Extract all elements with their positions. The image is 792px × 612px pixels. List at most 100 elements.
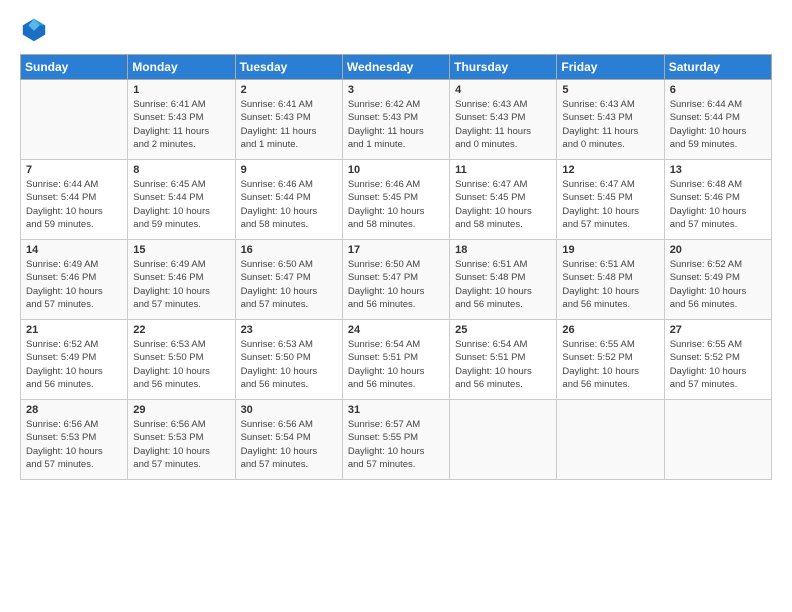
cell-info: Sunrise: 6:46 AMSunset: 5:44 PMDaylight:… [241,178,337,231]
calendar-cell: 10 Sunrise: 6:46 AMSunset: 5:45 PMDayligh… [342,160,449,240]
cell-info: Sunrise: 6:48 AMSunset: 5:46 PMDaylight:… [670,178,766,231]
cell-info: Sunrise: 6:57 AMSunset: 5:55 PMDaylight:… [348,418,444,471]
header-row: SundayMondayTuesdayWednesdayThursdayFrid… [21,55,772,80]
header-day: Sunday [21,55,128,80]
cell-info: Sunrise: 6:55 AMSunset: 5:52 PMDaylight:… [562,338,658,391]
calendar-cell: 30 Sunrise: 6:56 AMSunset: 5:54 PMDayligh… [235,400,342,480]
day-number: 23 [241,324,337,336]
cell-info: Sunrise: 6:47 AMSunset: 5:45 PMDaylight:… [562,178,658,231]
day-number: 27 [670,324,766,336]
day-number: 13 [670,164,766,176]
week-row: 14 Sunrise: 6:49 AMSunset: 5:46 PMDayligh… [21,240,772,320]
header-day: Thursday [450,55,557,80]
calendar-cell [557,400,664,480]
cell-info: Sunrise: 6:45 AMSunset: 5:44 PMDaylight:… [133,178,229,231]
calendar-cell: 3Sunrise: 6:42 AMSunset: 5:43 PMDaylight… [342,80,449,160]
cell-info: Sunrise: 6:41 AMSunset: 5:43 PMDaylight:… [241,98,337,151]
day-number: 12 [562,164,658,176]
calendar-cell: 11 Sunrise: 6:47 AMSunset: 5:45 PMDayligh… [450,160,557,240]
day-number: 19 [562,244,658,256]
cell-info: Sunrise: 6:49 AMSunset: 5:46 PMDaylight:… [26,258,122,311]
day-number: 17 [348,244,444,256]
day-number: 9 [241,164,337,176]
day-number: 2 [241,84,337,96]
day-number: 6 [670,84,766,96]
cell-info: Sunrise: 6:54 AMSunset: 5:51 PMDaylight:… [348,338,444,391]
cell-info: Sunrise: 6:50 AMSunset: 5:47 PMDaylight:… [348,258,444,311]
day-number: 20 [670,244,766,256]
day-number: 1 [133,84,229,96]
calendar-cell: 5 Sunrise: 6:43 AMSunset: 5:43 PMDaylight… [557,80,664,160]
week-row: 28Sunrise: 6:56 AMSunset: 5:53 PMDayligh… [21,400,772,480]
calendar-cell: 15Sunrise: 6:49 AMSunset: 5:46 PMDayligh… [128,240,235,320]
calendar-cell: 14 Sunrise: 6:49 AMSunset: 5:46 PMDayligh… [21,240,128,320]
calendar-cell: 1 Sunrise: 6:41 AMSunset: 5:43 PMDaylight… [128,80,235,160]
cell-info: Sunrise: 6:50 AMSunset: 5:47 PMDaylight:… [241,258,337,311]
cell-info: Sunrise: 6:52 AMSunset: 5:49 PMDaylight:… [26,338,122,391]
day-number: 7 [26,164,122,176]
calendar-cell: 27 Sunrise: 6:55 AMSunset: 5:52 PMDayligh… [664,320,771,400]
calendar-cell: 7 Sunrise: 6:44 AMSunset: 5:44 PMDaylight… [21,160,128,240]
day-number: 22 [133,324,229,336]
header [20,16,772,44]
calendar-cell: 13 Sunrise: 6:48 AMSunset: 5:46 PMDayligh… [664,160,771,240]
calendar-table: SundayMondayTuesdayWednesdayThursdayFrid… [20,54,772,480]
day-number: 10 [348,164,444,176]
day-number: 25 [455,324,551,336]
header-day: Tuesday [235,55,342,80]
cell-info: Sunrise: 6:51 AMSunset: 5:48 PMDaylight:… [455,258,551,311]
week-row: 7 Sunrise: 6:44 AMSunset: 5:44 PMDaylight… [21,160,772,240]
day-number: 31 [348,404,444,416]
header-day: Friday [557,55,664,80]
calendar-cell: 20Sunrise: 6:52 AMSunset: 5:49 PMDayligh… [664,240,771,320]
day-number: 3 [348,84,444,96]
calendar-cell: 16 Sunrise: 6:50 AMSunset: 5:47 PMDayligh… [235,240,342,320]
calendar-cell: 2 Sunrise: 6:41 AMSunset: 5:43 PMDaylight… [235,80,342,160]
calendar-cell [664,400,771,480]
day-number: 11 [455,164,551,176]
cell-info: Sunrise: 6:47 AMSunset: 5:45 PMDaylight:… [455,178,551,231]
day-number: 16 [241,244,337,256]
day-number: 5 [562,84,658,96]
calendar-cell: 4Sunrise: 6:43 AMSunset: 5:43 PMDaylight… [450,80,557,160]
calendar-cell: 21Sunrise: 6:52 AMSunset: 5:49 PMDayligh… [21,320,128,400]
cell-info: Sunrise: 6:55 AMSunset: 5:52 PMDaylight:… [670,338,766,391]
day-number: 4 [455,84,551,96]
day-number: 30 [241,404,337,416]
calendar-cell: 28Sunrise: 6:56 AMSunset: 5:53 PMDayligh… [21,400,128,480]
week-row: 21Sunrise: 6:52 AMSunset: 5:49 PMDayligh… [21,320,772,400]
calendar-cell: 6 Sunrise: 6:44 AMSunset: 5:44 PMDaylight… [664,80,771,160]
cell-info: Sunrise: 6:56 AMSunset: 5:54 PMDaylight:… [241,418,337,471]
cell-info: Sunrise: 6:41 AMSunset: 5:43 PMDaylight:… [133,98,229,151]
cell-info: Sunrise: 6:53 AMSunset: 5:50 PMDaylight:… [133,338,229,391]
calendar-cell: 23 Sunrise: 6:53 AMSunset: 5:50 PMDayligh… [235,320,342,400]
calendar-cell [21,80,128,160]
logo [20,16,52,44]
day-number: 8 [133,164,229,176]
cell-info: Sunrise: 6:53 AMSunset: 5:50 PMDaylight:… [241,338,337,391]
week-row: 1 Sunrise: 6:41 AMSunset: 5:43 PMDaylight… [21,80,772,160]
header-day: Wednesday [342,55,449,80]
cell-info: Sunrise: 6:54 AMSunset: 5:51 PMDaylight:… [455,338,551,391]
cell-info: Sunrise: 6:56 AMSunset: 5:53 PMDaylight:… [26,418,122,471]
cell-info: Sunrise: 6:44 AMSunset: 5:44 PMDaylight:… [670,98,766,151]
day-number: 18 [455,244,551,256]
cell-info: Sunrise: 6:51 AMSunset: 5:48 PMDaylight:… [562,258,658,311]
cell-info: Sunrise: 6:44 AMSunset: 5:44 PMDaylight:… [26,178,122,231]
cell-info: Sunrise: 6:43 AMSunset: 5:43 PMDaylight:… [562,98,658,151]
cell-info: Sunrise: 6:56 AMSunset: 5:53 PMDaylight:… [133,418,229,471]
day-number: 24 [348,324,444,336]
calendar-cell: 8 Sunrise: 6:45 AMSunset: 5:44 PMDaylight… [128,160,235,240]
cell-info: Sunrise: 6:49 AMSunset: 5:46 PMDaylight:… [133,258,229,311]
cell-info: Sunrise: 6:46 AMSunset: 5:45 PMDaylight:… [348,178,444,231]
day-number: 26 [562,324,658,336]
calendar-cell: 9 Sunrise: 6:46 AMSunset: 5:44 PMDaylight… [235,160,342,240]
calendar-cell [450,400,557,480]
calendar-cell: 31 Sunrise: 6:57 AMSunset: 5:55 PMDayligh… [342,400,449,480]
page: SundayMondayTuesdayWednesdayThursdayFrid… [0,0,792,612]
calendar-cell: 26 Sunrise: 6:55 AMSunset: 5:52 PMDayligh… [557,320,664,400]
calendar-cell: 22 Sunrise: 6:53 AMSunset: 5:50 PMDayligh… [128,320,235,400]
day-number: 14 [26,244,122,256]
header-day: Monday [128,55,235,80]
calendar-cell: 19 Sunrise: 6:51 AMSunset: 5:48 PMDayligh… [557,240,664,320]
